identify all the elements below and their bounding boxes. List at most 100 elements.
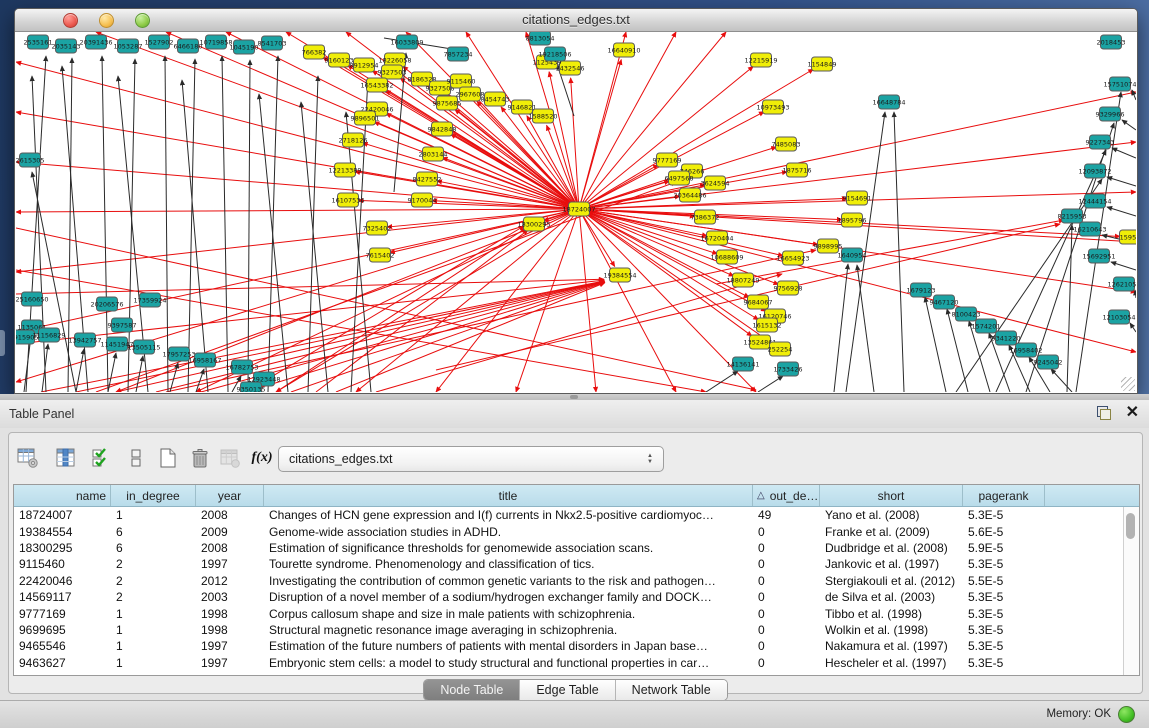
network-node[interactable]: 2018453 bbox=[1097, 35, 1126, 49]
float-panel-icon[interactable] bbox=[1096, 405, 1112, 421]
network-node[interactable]: 7615402 bbox=[366, 248, 395, 262]
network-node[interactable]: 7386372 bbox=[691, 210, 720, 224]
network-node[interactable]: 1615132 bbox=[753, 318, 782, 332]
network-node[interactable]: 10973493 bbox=[756, 100, 789, 114]
network-node[interactable]: 1154849 bbox=[808, 57, 837, 71]
table-row[interactable]: 1830029562008Estimation of significance … bbox=[14, 540, 1123, 556]
network-node[interactable]: 14136141 bbox=[726, 357, 759, 371]
network-node[interactable]: 8100423 bbox=[952, 307, 981, 321]
network-node[interactable]: 12103054 bbox=[1102, 310, 1135, 324]
network-canvas[interactable]: 7663829160123891295418226058932750316543… bbox=[16, 32, 1136, 392]
column-header-outde[interactable]: △out_de… bbox=[753, 485, 820, 506]
network-node[interactable]: 6466180 bbox=[174, 39, 203, 53]
network-node[interactable]: 2718126 bbox=[339, 133, 368, 147]
network-node[interactable]: 9875685 bbox=[433, 96, 462, 110]
network-node[interactable]: 10688609 bbox=[710, 250, 743, 264]
column-visibility-icon[interactable] bbox=[53, 445, 79, 471]
new-column-icon[interactable] bbox=[155, 445, 181, 471]
table-row[interactable]: 1872400712008Changes of HCN gene express… bbox=[14, 507, 1123, 523]
column-header-year[interactable]: year bbox=[196, 485, 264, 506]
network-node[interactable]: 9170044 bbox=[408, 193, 437, 207]
network-node[interactable]: 1679123 bbox=[907, 283, 936, 297]
table-row[interactable]: 946554611997Estimation of the future num… bbox=[14, 638, 1123, 654]
table-row[interactable]: 946362711997Embryonic stem cells: a mode… bbox=[14, 655, 1123, 671]
table-row[interactable]: 969969511998Structural magnetic resonanc… bbox=[14, 622, 1123, 638]
network-node[interactable]: 20206576 bbox=[90, 297, 123, 311]
network-node[interactable]: 12093872 bbox=[1078, 164, 1111, 178]
network-node[interactable]: 766382 bbox=[302, 45, 327, 59]
network-node[interactable]: 12621053 bbox=[1107, 277, 1136, 291]
window-resize-grip[interactable] bbox=[1121, 377, 1135, 391]
network-node[interactable]: 1053287 bbox=[114, 39, 143, 53]
column-header-title[interactable]: title bbox=[264, 485, 753, 506]
network-node[interactable]: 7325402 bbox=[363, 221, 392, 235]
close-panel-icon[interactable]: ✕ bbox=[1126, 405, 1139, 421]
network-window[interactable]: citations_edges.txt 76638291601238912954… bbox=[14, 8, 1138, 394]
network-node[interactable]: 8813054 bbox=[526, 32, 555, 45]
network-node[interactable]: 252254 bbox=[768, 342, 793, 356]
network-node[interactable]: 8427552 bbox=[413, 172, 442, 186]
network-node[interactable]: 1875716 bbox=[783, 163, 812, 177]
column-header-short[interactable]: short bbox=[820, 485, 963, 506]
scrollbar-thumb[interactable] bbox=[1126, 513, 1135, 539]
network-node[interactable]: 6497568 bbox=[665, 171, 694, 185]
column-header-name[interactable]: name bbox=[14, 485, 111, 506]
network-node[interactable]: 1588520 bbox=[529, 109, 558, 123]
network-node[interactable]: 9756928 bbox=[774, 281, 803, 295]
network-node[interactable]: 20391436 bbox=[79, 35, 112, 49]
table-scrollbar[interactable] bbox=[1123, 507, 1139, 675]
network-node[interactable]: 16648784 bbox=[872, 95, 905, 109]
function-builder-icon[interactable]: f(x) bbox=[249, 445, 275, 471]
network-node[interactable]: 8215953 bbox=[1058, 209, 1087, 223]
network-node[interactable]: 15751074 bbox=[1103, 77, 1136, 91]
table-row[interactable]: 977716911998Corpus callosum shape and si… bbox=[14, 605, 1123, 621]
network-node[interactable]: 1895796 bbox=[838, 213, 867, 227]
network-node[interactable]: 9397587 bbox=[108, 318, 137, 332]
network-node[interactable]: 9154691 bbox=[843, 191, 872, 205]
table-row[interactable]: 1456911722003Disruption of a novel membe… bbox=[14, 589, 1123, 605]
network-node[interactable]: 1527902 bbox=[145, 35, 174, 49]
network-node[interactable]: 12213389 bbox=[328, 163, 361, 177]
network-node[interactable]: 9777169 bbox=[653, 153, 682, 167]
network-node[interactable]: 3624594 bbox=[701, 176, 730, 190]
network-node[interactable]: 7857234 bbox=[444, 47, 473, 61]
rows-icon[interactable] bbox=[123, 445, 149, 471]
network-node[interactable]: 1733426 bbox=[774, 362, 803, 376]
network-node[interactable]: 16782753 bbox=[225, 360, 258, 374]
network-window-titlebar[interactable]: citations_edges.txt bbox=[15, 9, 1137, 32]
network-node[interactable]: 1574201 bbox=[972, 319, 1001, 333]
network-node[interactable]: 16654923 bbox=[776, 251, 809, 265]
network-node[interactable]: 9327503 bbox=[378, 65, 407, 79]
network-node[interactable]: 9842848 bbox=[428, 122, 457, 136]
table-mode-icon[interactable] bbox=[15, 445, 41, 471]
network-node[interactable]: 2535161 bbox=[24, 35, 53, 49]
network-node[interactable]: 16107534 bbox=[331, 193, 364, 207]
import-table-icon[interactable] bbox=[217, 445, 243, 471]
network-node[interactable]: 2615305 bbox=[16, 153, 44, 167]
table-row[interactable]: 2242004622012Investigating the contribut… bbox=[14, 573, 1123, 589]
network-node[interactable]: 16033809 bbox=[390, 35, 423, 49]
column-header-pagerank[interactable]: pagerank bbox=[963, 485, 1045, 506]
tab-node-table[interactable]: Node Table bbox=[424, 680, 520, 700]
row-select-icon[interactable] bbox=[89, 445, 115, 471]
network-node[interactable]: 16640910 bbox=[607, 43, 640, 57]
tab-edge-table[interactable]: Edge Table bbox=[520, 680, 615, 700]
network-node[interactable]: 2035143 bbox=[52, 39, 81, 53]
delete-column-icon[interactable] bbox=[187, 445, 213, 471]
network-node[interactable]: 9245042 bbox=[1034, 355, 1063, 369]
network-node[interactable]: 8541703 bbox=[258, 36, 287, 50]
network-node[interactable]: 19384554 bbox=[603, 268, 636, 282]
network-node[interactable]: 9227343 bbox=[1086, 135, 1115, 149]
network-node[interactable]: 15692951 bbox=[1082, 249, 1115, 263]
tab-network-table[interactable]: Network Table bbox=[616, 680, 727, 700]
network-node[interactable]: 12215919 bbox=[744, 53, 777, 67]
network-node[interactable]: 8454743 bbox=[481, 92, 510, 106]
network-node[interactable]: 2803144 bbox=[419, 147, 448, 161]
column-header-indegree[interactable]: in_degree bbox=[111, 485, 196, 506]
network-node[interactable]: 9341220 bbox=[992, 331, 1021, 345]
table-row[interactable]: 911546021997Tourette syndrome. Phenomeno… bbox=[14, 556, 1123, 572]
network-node[interactable]: 7485083 bbox=[772, 137, 801, 151]
table-selector-dropdown[interactable]: citations_edges.txt ▲▼ bbox=[278, 446, 664, 472]
network-node[interactable]: 8912954 bbox=[350, 58, 379, 72]
network-node[interactable]: 9896501 bbox=[351, 111, 380, 125]
